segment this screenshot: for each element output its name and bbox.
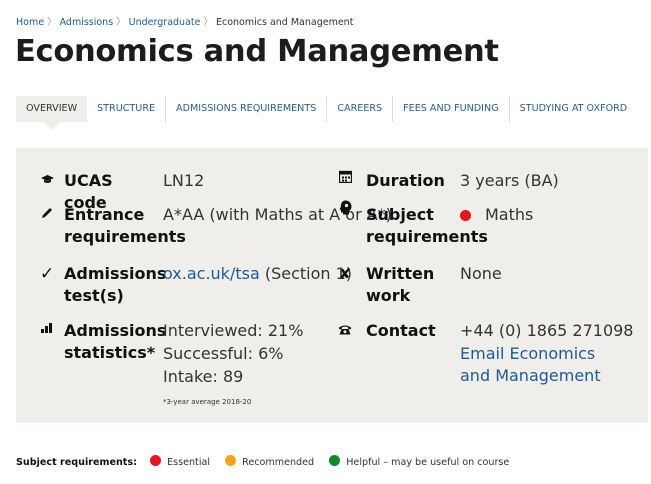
breadcrumb: Home 〉 Admissions 〉 Undergraduate 〉 Economics … (16, 14, 353, 28)
duration-label: Duration (366, 171, 445, 190)
tab-fees-and-funding[interactable]: FEES AND FUNDING (393, 96, 510, 122)
breadcrumb-home-link[interactable]: Home (16, 17, 44, 28)
tab-careers[interactable]: CAREERS (327, 96, 394, 122)
checkmark-icon: ✓ (39, 264, 55, 284)
legend-helpful-label: Helpful – may be useful on course (346, 457, 510, 468)
tab-admissions-requirements[interactable]: ADMISSIONS REQUIREMENTS (166, 96, 328, 122)
course-facts-panel: UCAS code LN12 Entrance requirements A*A… (16, 148, 648, 423)
duration-value: 3 years (BA) (460, 171, 559, 190)
subject-requirements-label: Subject requirements (366, 205, 488, 246)
statistics-footnote: *3-year average 2018-20 (163, 398, 252, 406)
head-icon (336, 200, 354, 222)
essential-dot-icon (150, 455, 162, 466)
admissions-statistics-label: Admissions statistics* (64, 321, 167, 362)
telephone-icon (336, 320, 354, 342)
intake-value: Intake: 89 (163, 367, 244, 386)
tab-overview[interactable]: OVERVIEW (16, 96, 88, 130)
legend-item-helpful: Helpful – may be useful on course (329, 455, 510, 468)
email-contact-link[interactable]: Email Economics and Management (460, 344, 601, 385)
admissions-test-label: Admissions test(s) (64, 264, 167, 305)
contact-phone: +44 (0) 1865 271098 (460, 321, 634, 340)
course-tabs: OVERVIEW STRUCTURE ADMISSIONS REQUIREMEN… (16, 96, 638, 130)
recommended-dot-icon (225, 455, 237, 466)
subject-requirements-legend: Subject requirements: Essential Recommen… (16, 455, 521, 468)
legend-title: Subject requirements: (16, 457, 137, 468)
ucas-code-value: LN12 (163, 171, 205, 190)
pencil-icon (38, 204, 56, 226)
entrance-requirements-value: A*AA (with Maths at A or A*) (163, 205, 392, 224)
legend-item-recommended: Recommended (225, 455, 315, 468)
breadcrumb-separator: 〉 (116, 17, 126, 28)
mortarboard-icon (38, 170, 56, 192)
bar-chart-icon (38, 320, 56, 342)
helpful-dot-icon (329, 455, 341, 466)
subject-requirements-value: Maths (460, 204, 533, 226)
legend-recommended-label: Recommended (242, 457, 315, 468)
subject-name: Maths (485, 205, 534, 224)
tab-studying-at-oxford[interactable]: STUDYING AT OXFORD (510, 96, 638, 122)
legend-item-essential: Essential (150, 455, 211, 468)
page-title: Economics and Management (15, 34, 499, 69)
calendar-icon (336, 168, 354, 190)
breadcrumb-undergraduate-link[interactable]: Undergraduate (129, 17, 201, 28)
interviewed-value: Interviewed: 21% (163, 321, 304, 340)
successful-value: Successful: 6% (163, 344, 284, 363)
written-work-value: None (460, 264, 502, 283)
breadcrumb-current: Economics and Management (215, 17, 354, 28)
cross-icon: ✘ (338, 265, 352, 283)
essential-indicator (460, 210, 471, 221)
contact-label: Contact (366, 321, 436, 340)
legend-essential-label: Essential (167, 457, 211, 468)
admissions-test-value: ox.ac.uk/tsa (Section 1) (163, 263, 352, 285)
contact-email-wrapper: Email Economics and Management (460, 343, 610, 387)
written-work-label: Written work (366, 264, 435, 305)
breadcrumb-separator: 〉 (47, 17, 57, 28)
tab-structure[interactable]: STRUCTURE (87, 96, 167, 122)
breadcrumb-separator: 〉 (203, 17, 213, 28)
breadcrumb-admissions-link[interactable]: Admissions (60, 17, 114, 28)
tsa-link[interactable]: ox.ac.uk/tsa (163, 264, 260, 283)
entrance-requirements-label: Entrance requirements (64, 205, 186, 246)
